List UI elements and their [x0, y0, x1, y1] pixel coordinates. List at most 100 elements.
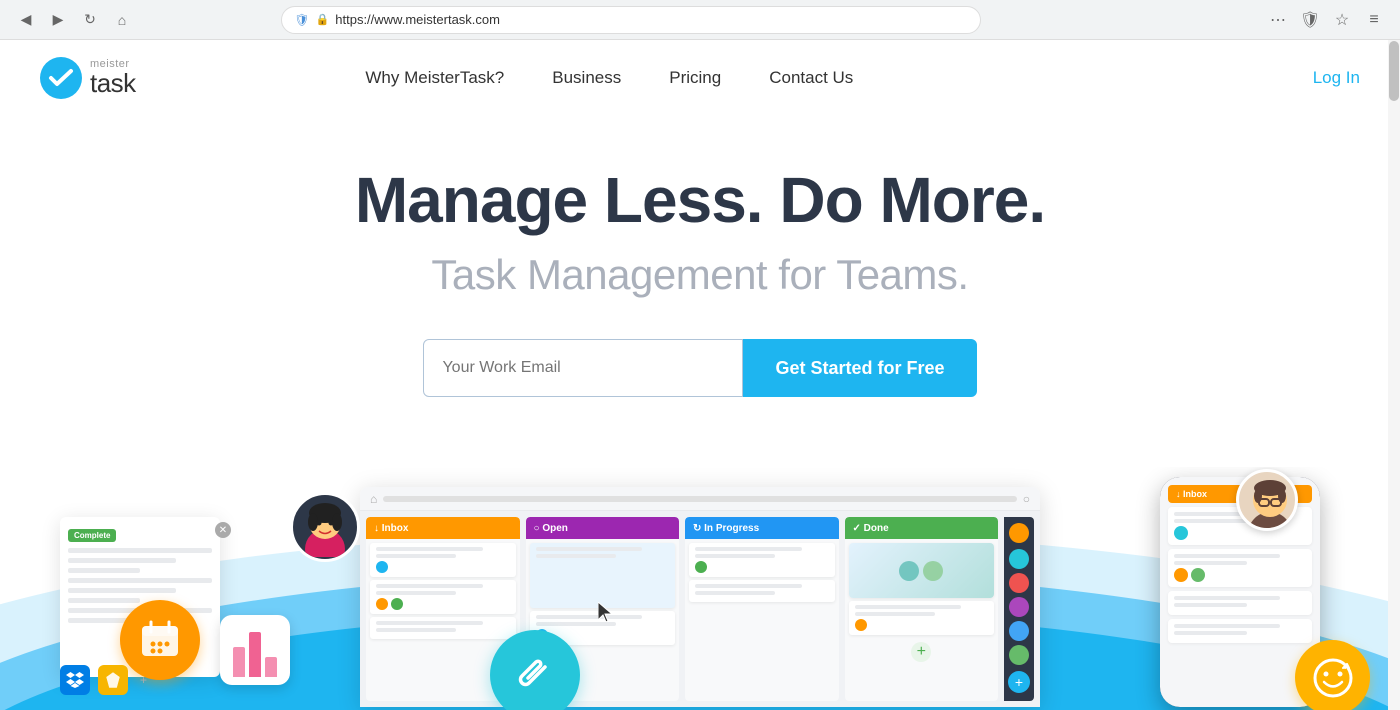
logo-icon [40, 57, 82, 99]
hero-title: Manage Less. Do More. [20, 165, 1380, 235]
bar-chart-card [220, 615, 290, 685]
task-line [68, 588, 176, 593]
forward-button[interactable]: ▶ [44, 6, 72, 34]
scrollbar[interactable] [1388, 40, 1400, 710]
sidebar-avatar [1009, 645, 1029, 665]
address-bar[interactable]: 🛡 🔒 https://www.meistertask.com [281, 6, 981, 34]
menu-button[interactable]: ≡ [1360, 6, 1388, 34]
browser-nav-buttons: ◀ ▶ ↻ ⌂ [12, 6, 136, 34]
smiley-icon-circle [1295, 640, 1370, 710]
nav-links: Why MeisterTask? Business Pricing Contac… [365, 68, 853, 88]
nav-business[interactable]: Business [552, 68, 621, 88]
logo-task-text: task [90, 70, 136, 96]
kanban-col-progress-body [685, 539, 839, 701]
logo-text-group: meister task [90, 59, 136, 96]
dropbox-icon [60, 665, 90, 695]
page-wrapper: meister task Why MeisterTask? Business P… [0, 40, 1400, 710]
card-line [376, 621, 483, 625]
card-line [376, 584, 483, 588]
card-line [376, 591, 456, 595]
card-line [1174, 596, 1280, 600]
card-avatar-row [376, 561, 510, 573]
kanban-col-progress: ↻ In Progress [685, 517, 839, 701]
sidebar-avatar [1009, 597, 1029, 617]
mini-avatar [391, 598, 403, 610]
table-row [849, 601, 995, 635]
task-line [68, 558, 176, 563]
card-line [855, 612, 935, 616]
card-line [376, 554, 456, 558]
card-line [1174, 631, 1247, 635]
sidebar-avatar [1009, 523, 1029, 543]
card-line [376, 628, 456, 632]
kanban-col-progress-header: ↻ In Progress [685, 517, 839, 539]
mini-avatar [376, 561, 388, 573]
table-row [849, 543, 995, 598]
card-avatar [1174, 526, 1188, 540]
get-started-button[interactable]: Get Started for Free [743, 339, 976, 397]
card-line [695, 547, 802, 551]
task-line [68, 548, 212, 553]
shield-button[interactable]: 🛡 [1296, 6, 1324, 34]
card-line [1174, 603, 1247, 607]
table-row [370, 617, 516, 639]
kanban-columns: ↓ Inbox [360, 511, 1040, 707]
bar-2 [249, 632, 261, 677]
avatar-character [290, 492, 360, 562]
card-line [536, 622, 616, 626]
login-link[interactable]: Log In [1313, 68, 1360, 88]
card-line [1174, 519, 1247, 523]
cta-form: Get Started for Free [400, 339, 1000, 397]
kanban-col-done-body: + [845, 539, 999, 701]
card-avatar-row [695, 561, 829, 573]
table-row [370, 580, 516, 614]
nav-why[interactable]: Why MeisterTask? [365, 68, 504, 88]
logo[interactable]: meister task [40, 57, 136, 99]
card-line [536, 615, 643, 619]
lock-icon: 🔒 [316, 13, 330, 26]
card-line [376, 547, 483, 551]
card-line [536, 547, 643, 551]
add-button[interactable]: + [1008, 671, 1030, 693]
refresh-button[interactable]: ↻ [76, 6, 104, 34]
sidebar-avatar [1009, 621, 1029, 641]
card-avatar-row [855, 619, 989, 631]
kanban-topbar: ⌂ ○ [360, 487, 1040, 511]
sketch-icon [98, 665, 128, 695]
card-line [1174, 554, 1280, 558]
bookmark-button[interactable]: ☆ [1328, 6, 1356, 34]
nav-pricing[interactable]: Pricing [669, 68, 721, 88]
card-avatar [1174, 568, 1188, 582]
mini-avatar [376, 598, 388, 610]
preview-container: ⌂ ○ ↓ Inbox [0, 467, 1400, 710]
card-line [1174, 624, 1280, 628]
plus-icon: + [140, 673, 147, 687]
mini-avatar [855, 619, 867, 631]
table-row [689, 580, 835, 602]
card-line [695, 591, 775, 595]
task-line [68, 568, 140, 573]
topbar-bar [383, 496, 1017, 502]
complete-badge: Complete [68, 529, 116, 542]
mini-avatar [695, 561, 707, 573]
card-line [1174, 561, 1247, 565]
person-avatar-phone [1236, 469, 1298, 531]
hero-subtitle: Task Management for Teams. [20, 251, 1380, 299]
list-item [1168, 549, 1312, 587]
back-button[interactable]: ◀ [12, 6, 40, 34]
card-avatar-row [376, 598, 510, 610]
kanban-board: ⌂ ○ ↓ Inbox [360, 487, 1040, 707]
shield-icon: 🛡 [294, 13, 309, 27]
email-input[interactable] [423, 339, 743, 397]
card-line [536, 554, 616, 558]
paperclip-icon-circle [490, 630, 580, 710]
sidebar-avatar [1009, 573, 1029, 593]
kanban-col-inbox-header: ↓ Inbox [366, 517, 520, 539]
card-line [695, 584, 802, 588]
kanban-col-done-header: ✓ Done [845, 517, 999, 539]
home-button[interactable]: ⌂ [108, 6, 136, 34]
nav-contact[interactable]: Contact Us [769, 68, 853, 88]
bar-1 [233, 647, 245, 677]
more-button[interactable]: ⋯ [1264, 6, 1292, 34]
card-avatar [1191, 568, 1205, 582]
